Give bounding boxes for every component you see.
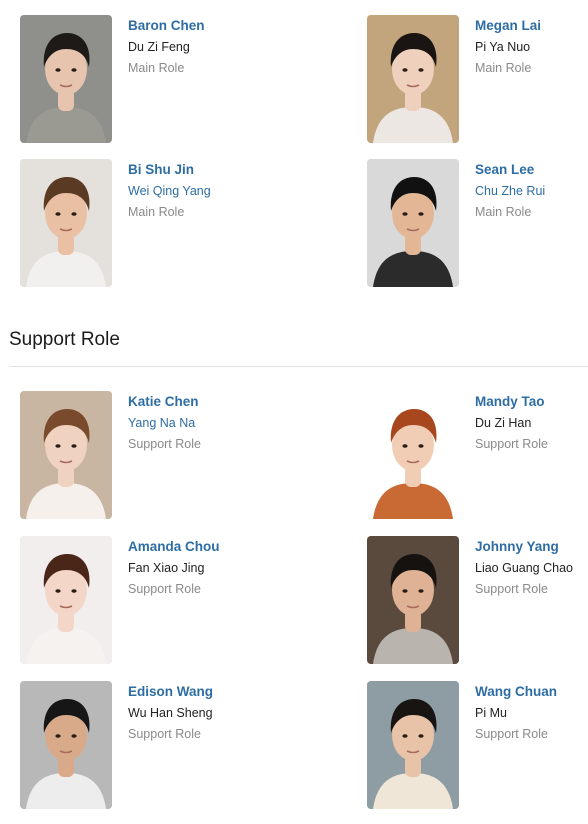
actor-photo[interactable] [367, 681, 459, 809]
actor-name-link[interactable]: Megan Lai [475, 17, 588, 35]
actor-photo[interactable] [20, 15, 112, 143]
cast-card-baron-chen: Baron Chen Du Zi Feng Main Role [0, 15, 347, 143]
actor-name-link[interactable]: Bi Shu Jin [128, 161, 338, 179]
cast-card-megan-lai: Megan Lai Pi Ya Nuo Main Role [347, 15, 588, 143]
cast-card-mandy-tao: Mandy Tao Du Zi Han Support Role [347, 391, 588, 519]
cast-info: Megan Lai Pi Ya Nuo Main Role [475, 17, 588, 77]
portrait-graphic [367, 391, 459, 519]
actor-photo[interactable] [20, 159, 112, 287]
cast-info: Edison Wang Wu Han Sheng Support Role [128, 683, 338, 743]
actor-photo[interactable] [20, 391, 112, 519]
portrait-graphic [20, 15, 112, 143]
actor-photo[interactable] [367, 536, 459, 664]
cast-info: Amanda Chou Fan Xiao Jing Support Role [128, 538, 338, 598]
cast-info: Bi Shu Jin Wei Qing Yang Main Role [128, 161, 338, 221]
role-label: Support Role [475, 437, 548, 451]
character-name-link[interactable]: Yang Na Na [128, 414, 338, 432]
actor-photo[interactable] [367, 391, 459, 519]
support-cast-grid: Katie Chen Yang Na Na Support Role Mandy Ta… [0, 391, 588, 809]
portrait-graphic [367, 15, 459, 143]
portrait-graphic [367, 159, 459, 287]
portrait-graphic [20, 681, 112, 809]
actor-name-link[interactable]: Baron Chen [128, 17, 338, 35]
cast-info: Sean Lee Chu Zhe Rui Main Role [475, 161, 588, 221]
character-name: Du Zi Han [475, 416, 532, 430]
role-label: Support Role [475, 582, 548, 596]
character-name: Liao Guang Chao [475, 561, 573, 575]
character-name: Pi Mu [475, 706, 507, 720]
portrait-graphic [20, 536, 112, 664]
cast-info: Johnny Yang Liao Guang Chao Support Role [475, 538, 588, 598]
actor-photo[interactable] [20, 681, 112, 809]
character-name-link[interactable]: Chu Zhe Rui [475, 182, 588, 200]
support-role-heading: Support Role [9, 329, 120, 350]
actor-name-link[interactable]: Katie Chen [128, 393, 338, 411]
role-label: Support Role [128, 582, 201, 596]
cast-page: Baron Chen Du Zi Feng Main Role Megan Lai Pi… [0, 0, 588, 824]
cast-card-sean-lee: Sean Lee Chu Zhe Rui Main Role [347, 159, 588, 287]
cast-card-wang-chuan: Wang Chuan Pi Mu Support Role [347, 681, 588, 809]
portrait-graphic [20, 159, 112, 287]
actor-photo[interactable] [367, 15, 459, 143]
role-label: Support Role [128, 727, 201, 741]
actor-name-link[interactable]: Amanda Chou [128, 538, 338, 556]
portrait-graphic [367, 536, 459, 664]
cast-info: Katie Chen Yang Na Na Support Role [128, 393, 338, 453]
actor-name-link[interactable]: Edison Wang [128, 683, 338, 701]
character-name: Wu Han Sheng [128, 706, 213, 720]
role-label: Support Role [475, 727, 548, 741]
role-label: Support Role [128, 437, 201, 451]
cast-card-bi-shu-jin: Bi Shu Jin Wei Qing Yang Main Role [0, 159, 347, 287]
character-name: Pi Ya Nuo [475, 40, 531, 54]
role-label: Main Role [128, 61, 185, 75]
character-name: Du Zi Feng [128, 40, 190, 54]
portrait-graphic [20, 391, 112, 519]
role-label: Main Role [475, 205, 532, 219]
role-label: Main Role [128, 205, 185, 219]
main-cast-grid: Baron Chen Du Zi Feng Main Role Megan Lai Pi… [0, 15, 588, 287]
actor-name-link[interactable]: Johnny Yang [475, 538, 588, 556]
cast-info: Mandy Tao Du Zi Han Support Role [475, 393, 588, 453]
actor-name-link[interactable]: Sean Lee [475, 161, 588, 179]
actor-photo[interactable] [367, 159, 459, 287]
section-divider [9, 366, 588, 367]
role-label: Main Role [475, 61, 532, 75]
cast-card-johnny-yang: Johnny Yang Liao Guang Chao Support Role [347, 536, 588, 664]
cast-info: Wang Chuan Pi Mu Support Role [475, 683, 588, 743]
character-name: Fan Xiao Jing [128, 561, 205, 575]
cast-card-edison-wang: Edison Wang Wu Han Sheng Support Role [0, 681, 347, 809]
actor-name-link[interactable]: Wang Chuan [475, 683, 588, 701]
portrait-graphic [367, 681, 459, 809]
actor-name-link[interactable]: Mandy Tao [475, 393, 588, 411]
cast-card-amanda-chou: Amanda Chou Fan Xiao Jing Support Role [0, 536, 347, 664]
cast-info: Baron Chen Du Zi Feng Main Role [128, 17, 338, 77]
cast-card-katie-chen: Katie Chen Yang Na Na Support Role [0, 391, 347, 519]
actor-photo[interactable] [20, 536, 112, 664]
character-name-link[interactable]: Wei Qing Yang [128, 182, 338, 200]
